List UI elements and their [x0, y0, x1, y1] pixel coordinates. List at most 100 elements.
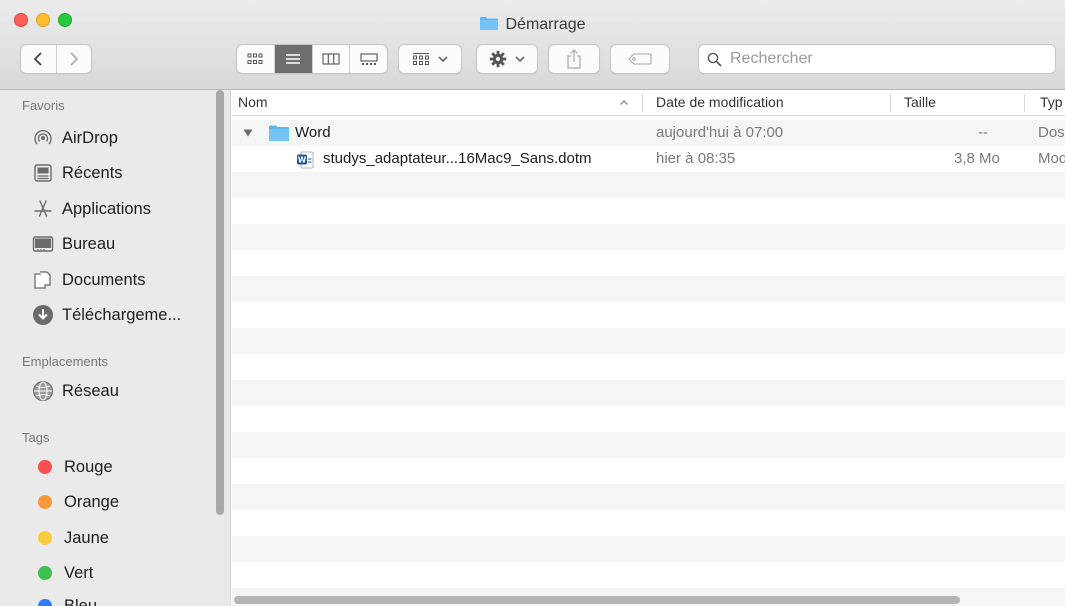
sidebar-item-documents[interactable]: Documents — [30, 266, 145, 294]
sidebar-tag-red[interactable]: Rouge — [30, 453, 113, 481]
file-name: studys_adaptateur...16Mac9_Sans.dotm — [323, 150, 592, 167]
empty-row — [232, 198, 1065, 224]
file-date: hier à 08:35 — [656, 150, 736, 167]
sidebar-item-label: Téléchargeme... — [62, 305, 182, 324]
empty-row — [232, 406, 1065, 432]
green-tag-dot-icon — [38, 566, 52, 580]
column-divider[interactable] — [642, 94, 643, 112]
network-icon — [30, 380, 56, 402]
view-mode-control — [236, 44, 388, 74]
desktop-icon — [30, 233, 56, 255]
sidebar-heading-locations: Emplacements — [22, 354, 108, 369]
window-toolbar: Démarrage Rechercher — [0, 0, 1065, 90]
sidebar-item-label: AirDrop — [62, 128, 118, 147]
recents-icon — [30, 162, 56, 184]
table-row[interactable]: Word aujourd'hui à 07:00 -- Dos — [232, 120, 1065, 146]
sidebar-item-airdrop[interactable]: AirDrop — [30, 124, 118, 152]
edit-tags-button[interactable] — [610, 44, 670, 74]
sidebar-item-label: Bureau — [62, 234, 116, 253]
sidebar-item-desktop[interactable]: Bureau — [30, 230, 115, 258]
sidebar-item-label: Réseau — [62, 381, 119, 400]
sidebar-tag-green[interactable]: Vert — [30, 559, 93, 587]
blue-tag-dot-icon — [38, 599, 52, 606]
group-by-button[interactable] — [398, 44, 462, 74]
empty-row — [232, 458, 1065, 484]
group-by-icon — [412, 53, 429, 65]
back-forward-control — [20, 44, 92, 74]
share-button[interactable] — [548, 44, 600, 74]
window-title-text: Démarrage — [505, 16, 586, 33]
sidebar-scrollbar[interactable] — [216, 90, 224, 515]
column-headers: Nom Date de modification Taille Typ — [232, 90, 1065, 116]
sidebar-item-label: Jaune — [64, 528, 109, 547]
empty-row — [232, 172, 1065, 198]
chevron-down-icon — [437, 56, 448, 63]
sidebar-item-applications[interactable]: Applications — [30, 195, 151, 223]
window-title: Démarrage — [0, 15, 1065, 35]
sidebar-item-recents[interactable]: Récents — [30, 159, 123, 187]
column-header-date[interactable]: Date de modification — [656, 94, 784, 110]
gallery-view-icon — [360, 52, 378, 65]
documents-icon — [30, 269, 56, 291]
chevron-right-icon — [70, 52, 79, 66]
column-divider[interactable] — [890, 94, 891, 112]
column-view-button[interactable] — [311, 45, 350, 73]
icon-view-icon — [247, 53, 263, 64]
share-icon — [567, 49, 581, 69]
column-view-icon — [322, 53, 340, 65]
search-input[interactable]: Rechercher — [730, 50, 813, 68]
table-row[interactable]: W studys_adaptateur...16Mac9_Sans.dotm h… — [232, 146, 1065, 172]
empty-row — [232, 328, 1065, 354]
forward-button[interactable] — [55, 45, 91, 73]
column-header-kind[interactable]: Typ — [1040, 94, 1063, 110]
sidebar-item-label: Rouge — [64, 457, 113, 476]
empty-row — [232, 432, 1065, 458]
svg-text:W: W — [298, 156, 307, 165]
empty-row — [232, 276, 1065, 302]
sidebar: Favoris AirDrop Récents Applications Bur… — [0, 90, 231, 606]
empty-row — [232, 562, 1065, 588]
sidebar-item-label: Orange — [64, 492, 120, 511]
search-icon — [707, 52, 722, 67]
folder-icon — [480, 17, 499, 30]
empty-row — [232, 484, 1065, 510]
sidebar-item-label: Récents — [62, 163, 123, 182]
sort-ascending-chevron-icon — [620, 100, 628, 105]
gallery-view-button[interactable] — [349, 45, 387, 73]
sidebar-item-label: Documents — [62, 270, 146, 289]
gear-icon — [489, 50, 506, 68]
sidebar-tag-yellow[interactable]: Jaune — [30, 524, 109, 552]
column-header-name[interactable]: Nom — [238, 94, 268, 110]
yellow-tag-dot-icon — [38, 531, 52, 545]
folder-icon — [269, 125, 289, 141]
applications-icon — [30, 198, 56, 220]
empty-row — [232, 536, 1065, 562]
sidebar-item-label: Vert — [64, 563, 94, 582]
sidebar-item-label: Applications — [62, 199, 151, 218]
column-divider[interactable] — [1024, 94, 1025, 112]
orange-tag-dot-icon — [38, 495, 52, 509]
sidebar-heading-favorites: Favoris — [22, 98, 65, 113]
horizontal-scrollbar[interactable] — [234, 596, 960, 604]
empty-row — [232, 302, 1065, 328]
file-date: aujourd'hui à 07:00 — [656, 124, 784, 141]
search-field[interactable]: Rechercher — [698, 44, 1056, 74]
empty-row — [232, 380, 1065, 406]
sidebar-tag-orange[interactable]: Orange — [30, 488, 119, 516]
back-button[interactable] — [21, 45, 56, 73]
word-document-icon: W — [297, 151, 314, 169]
chevron-down-icon — [514, 56, 525, 63]
list-view-button[interactable] — [273, 45, 312, 73]
sidebar-item-downloads[interactable]: Téléchargeme... — [30, 301, 181, 329]
empty-row — [232, 224, 1065, 250]
sidebar-item-network[interactable]: Réseau — [30, 377, 119, 405]
tag-icon — [628, 53, 652, 65]
column-header-size[interactable]: Taille — [904, 94, 936, 110]
icon-view-button[interactable] — [237, 45, 274, 73]
file-list: Nom Date de modification Taille Typ Word… — [232, 90, 1065, 606]
disclosure-triangle-expanded-icon[interactable] — [243, 129, 253, 137]
empty-row — [232, 354, 1065, 380]
sidebar-tag-blue[interactable]: Bleu — [30, 592, 97, 606]
file-kind: Mod — [1038, 150, 1065, 167]
action-menu-button[interactable] — [476, 44, 538, 74]
